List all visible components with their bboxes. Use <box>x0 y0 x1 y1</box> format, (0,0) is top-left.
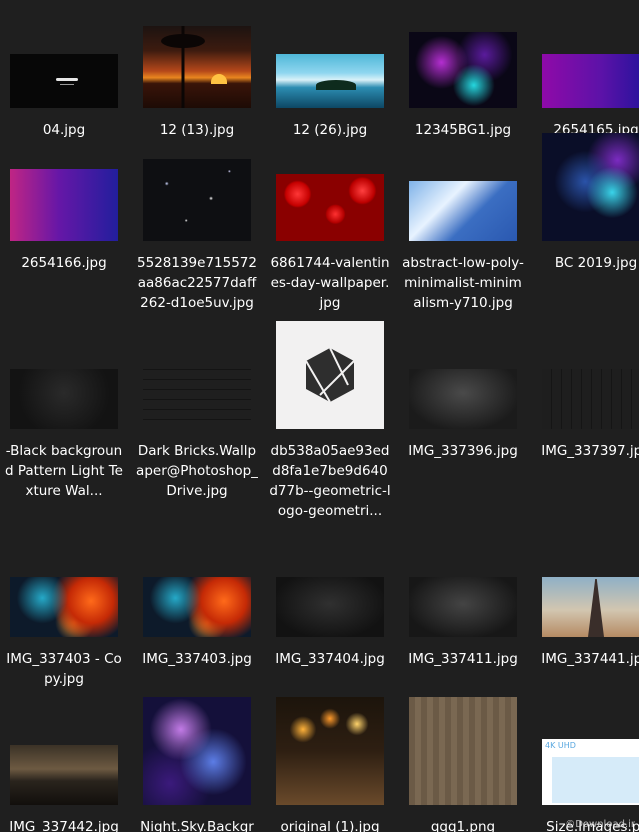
image-thumbnail <box>10 54 118 108</box>
file-name: IMG_337403 - Copy.jpg <box>6 651 122 687</box>
file-name: 5528139e715572aa86ac22577daff262-d1oe5uv… <box>137 255 257 311</box>
image-thumbnail <box>542 54 639 108</box>
thumbnail-slot <box>402 697 524 805</box>
file-item[interactable]: IMG_337396.jpg <box>402 321 524 461</box>
file-item[interactable]: 2654165.jpg <box>535 0 639 140</box>
file-item[interactable]: IMG_337397.jpg <box>535 321 639 461</box>
file-name: 6861744-valentines-day-wallpaper.jpg <box>270 255 390 311</box>
thumbnail-slot <box>136 321 258 429</box>
file-item[interactable]: IMG_337411.jpg <box>402 529 524 669</box>
thumbnail-slot <box>3 321 125 429</box>
image-thumbnail <box>276 577 384 637</box>
file-name: qqq1.png <box>430 819 496 832</box>
thumbnail-slot <box>402 0 524 108</box>
file-item[interactable]: IMG_337403.jpg <box>136 529 258 669</box>
file-item[interactable]: 2654166.jpg <box>3 133 125 273</box>
file-item[interactable]: 12 (13).jpg <box>136 0 258 140</box>
file-item[interactable]: abstract-low-poly-minimalist-minimalism-… <box>402 133 524 313</box>
thumbnail-slot: 4K UHD <box>535 697 639 805</box>
thumbnail-slot <box>535 0 639 108</box>
image-thumbnail: 4K UHD <box>542 739 639 805</box>
image-thumbnail <box>143 369 251 429</box>
file-item[interactable]: db538a05ae93edd8fa1e7be9d640d77b--geomet… <box>269 321 391 521</box>
thumbnail-slot <box>402 321 524 429</box>
file-item[interactable]: 04.jpg <box>3 0 125 140</box>
file-item[interactable]: original (1).jpg <box>269 697 391 832</box>
file-name: 2654166.jpg <box>21 255 107 271</box>
image-thumbnail <box>276 54 384 108</box>
file-item[interactable]: -Black background Pattern Light Texture … <box>3 321 125 501</box>
file-name: IMG_337403.jpg <box>142 651 252 667</box>
file-name: IMG_337442.jpg <box>9 819 119 832</box>
file-item[interactable]: qqq1.png <box>402 697 524 832</box>
thumbnail-slot <box>269 0 391 108</box>
file-item[interactable]: 4K UHD Size.Images.pr <box>535 697 639 832</box>
thumbnail-slot <box>535 321 639 429</box>
thumbnail-slot <box>402 133 524 241</box>
file-name: Night.Sky.Backgr <box>140 819 254 832</box>
file-item[interactable]: BC 2019.jpg <box>535 133 639 273</box>
file-item[interactable]: IMG_337442.jpg <box>3 697 125 832</box>
image-thumbnail <box>143 26 251 108</box>
thumbnail-slot <box>3 697 125 805</box>
file-item[interactable]: Dark Bricks.Wallpaper@Photoshop_Drive.jp… <box>136 321 258 501</box>
image-thumbnail <box>409 32 517 108</box>
image-thumbnail <box>10 369 118 429</box>
image-thumbnail <box>143 577 251 637</box>
thumbnail-slot <box>3 529 125 637</box>
file-name: IMG_337411.jpg <box>408 651 518 667</box>
image-thumbnail <box>542 369 639 429</box>
thumbnail-slot <box>402 529 524 637</box>
file-item[interactable]: IMG_337404.jpg <box>269 529 391 669</box>
image-thumbnail <box>409 181 517 241</box>
watermark: ©Download.ir <box>565 819 635 830</box>
image-thumbnail <box>143 159 251 241</box>
file-item[interactable]: Night.Sky.Backgr <box>136 697 258 832</box>
file-name: IMG_337396.jpg <box>408 443 518 459</box>
hexagon-logo-icon <box>305 347 355 403</box>
image-thumbnail <box>276 174 384 241</box>
file-name: IMG_337404.jpg <box>275 651 385 667</box>
file-name: db538a05ae93edd8fa1e7be9d640d77b--geomet… <box>269 443 391 519</box>
file-grid: 04.jpg 12 (13).jpg 12 (26).jpg 12345BG1.… <box>0 0 639 832</box>
image-thumbnail <box>542 133 639 241</box>
image-thumbnail <box>276 321 384 429</box>
thumbnail-slot <box>269 529 391 637</box>
file-item[interactable]: 6861744-valentines-day-wallpaper.jpg <box>269 133 391 313</box>
file-item[interactable]: IMG_337403 - Copy.jpg <box>3 529 125 689</box>
image-thumbnail <box>409 577 517 637</box>
thumbnail-slot <box>3 133 125 241</box>
image-thumbnail <box>276 697 384 805</box>
image-thumbnail <box>542 577 639 637</box>
file-name: abstract-low-poly-minimalist-minimalism-… <box>402 255 524 311</box>
file-name: -Black background Pattern Light Texture … <box>5 443 123 499</box>
thumbnail-slot <box>136 133 258 241</box>
file-name: IMG_337397.jpg <box>541 443 639 459</box>
file-name: BC 2019.jpg <box>554 255 638 271</box>
image-thumbnail <box>143 697 251 805</box>
thumbnail-slot <box>535 529 639 637</box>
thumbnail-slot <box>136 697 258 805</box>
image-thumbnail <box>409 697 517 805</box>
image-thumbnail <box>10 745 118 805</box>
thumbnail-slot <box>269 321 391 429</box>
thumbnail-slot <box>535 133 639 241</box>
file-name: original (1).jpg <box>280 819 380 832</box>
file-item[interactable]: 5528139e715572aa86ac22577daff262-d1oe5uv… <box>136 133 258 313</box>
file-item[interactable]: 12345BG1.jpg <box>402 0 524 140</box>
image-thumbnail <box>10 577 118 637</box>
image-thumbnail <box>10 169 118 241</box>
file-item[interactable]: 12 (26).jpg <box>269 0 391 140</box>
thumbnail-slot <box>136 529 258 637</box>
thumbnail-slot <box>3 0 125 108</box>
thumbnail-slot <box>269 133 391 241</box>
file-name: IMG_337441.jpg <box>541 651 639 667</box>
image-thumbnail <box>409 369 517 429</box>
thumbnail-slot <box>269 697 391 805</box>
file-name: Dark Bricks.Wallpaper@Photoshop_Drive.jp… <box>136 443 258 499</box>
thumbnail-slot <box>136 0 258 108</box>
file-item[interactable]: IMG_337441.jpg <box>535 529 639 669</box>
